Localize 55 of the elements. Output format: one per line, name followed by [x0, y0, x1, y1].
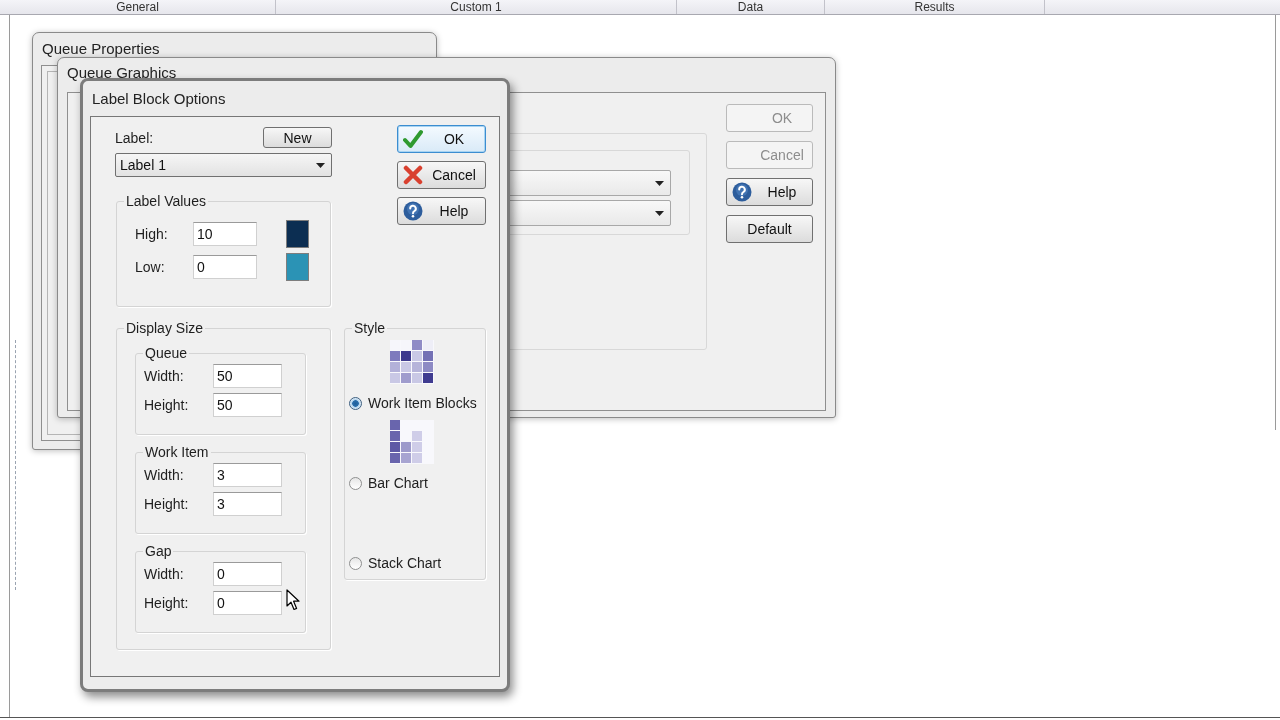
- default-button[interactable]: Default: [726, 215, 813, 243]
- help-icon: [403, 201, 423, 221]
- color-swatch[interactable]: [286, 253, 309, 281]
- group-title: Display Size: [125, 320, 205, 336]
- column-header[interactable]: Custom 1: [276, 0, 677, 14]
- text-field[interactable]: 10: [193, 222, 257, 246]
- window-title: Queue Properties: [42, 40, 160, 56]
- block-grid-icon: [390, 340, 434, 384]
- group-title: Gap: [144, 543, 173, 559]
- text-field[interactable]: 0: [213, 591, 282, 615]
- caret-icon: [655, 180, 664, 186]
- group-title: Work Item: [144, 444, 210, 460]
- new-button[interactable]: New: [263, 127, 332, 148]
- help-button[interactable]: Help: [726, 178, 813, 206]
- caret-icon: [316, 162, 325, 168]
- radio-label[interactable]: Bar Chart: [368, 476, 428, 490]
- field-label: Width:: [144, 468, 185, 482]
- field-label: Height:: [144, 398, 190, 412]
- check-icon: [403, 129, 423, 149]
- text-field[interactable]: 0: [213, 562, 282, 586]
- radio-label[interactable]: Stack Chart: [368, 556, 442, 570]
- dropdown[interactable]: Label 1: [115, 153, 332, 177]
- radio-button[interactable]: [349, 396, 362, 410]
- text-field[interactable]: 3: [213, 492, 282, 516]
- column-header[interactable]: Results: [825, 0, 1045, 14]
- text-field[interactable]: 50: [213, 364, 282, 388]
- color-swatch[interactable]: [286, 220, 309, 248]
- caret-icon: [655, 210, 664, 216]
- cancel-button[interactable]: Cancel: [397, 161, 486, 189]
- bar-chart-icon: [390, 420, 434, 464]
- window-title: Queue Graphics: [67, 65, 177, 80]
- text-field[interactable]: 50: [213, 393, 282, 417]
- field-label: Height:: [144, 497, 190, 511]
- field-label: Low:: [135, 260, 166, 274]
- radio-button[interactable]: [349, 476, 362, 490]
- text-field[interactable]: 3: [213, 463, 282, 487]
- window-title: Label Block Options: [92, 91, 226, 106]
- group-title: Style: [353, 320, 387, 336]
- mouse-pointer-icon: [286, 589, 300, 611]
- help-icon: [732, 182, 752, 202]
- field-label: Width:: [144, 369, 185, 383]
- text-field[interactable]: 0: [193, 255, 257, 279]
- radio-label[interactable]: Work Item Blocks: [368, 396, 477, 410]
- field-label: Label:: [115, 130, 154, 145]
- radio-button[interactable]: [349, 556, 362, 570]
- group-title: Label Values: [125, 193, 207, 209]
- field-label: Width:: [144, 567, 185, 581]
- field-label: Height:: [144, 596, 190, 610]
- help-button[interactable]: Help: [397, 197, 486, 225]
- group-title: Queue: [144, 345, 189, 361]
- x-mark-icon: [403, 165, 423, 185]
- column-header[interactable]: Data: [677, 0, 825, 14]
- field-label: High:: [135, 227, 169, 241]
- ok-button[interactable]: OK: [397, 125, 486, 153]
- column-header[interactable]: General: [0, 0, 276, 14]
